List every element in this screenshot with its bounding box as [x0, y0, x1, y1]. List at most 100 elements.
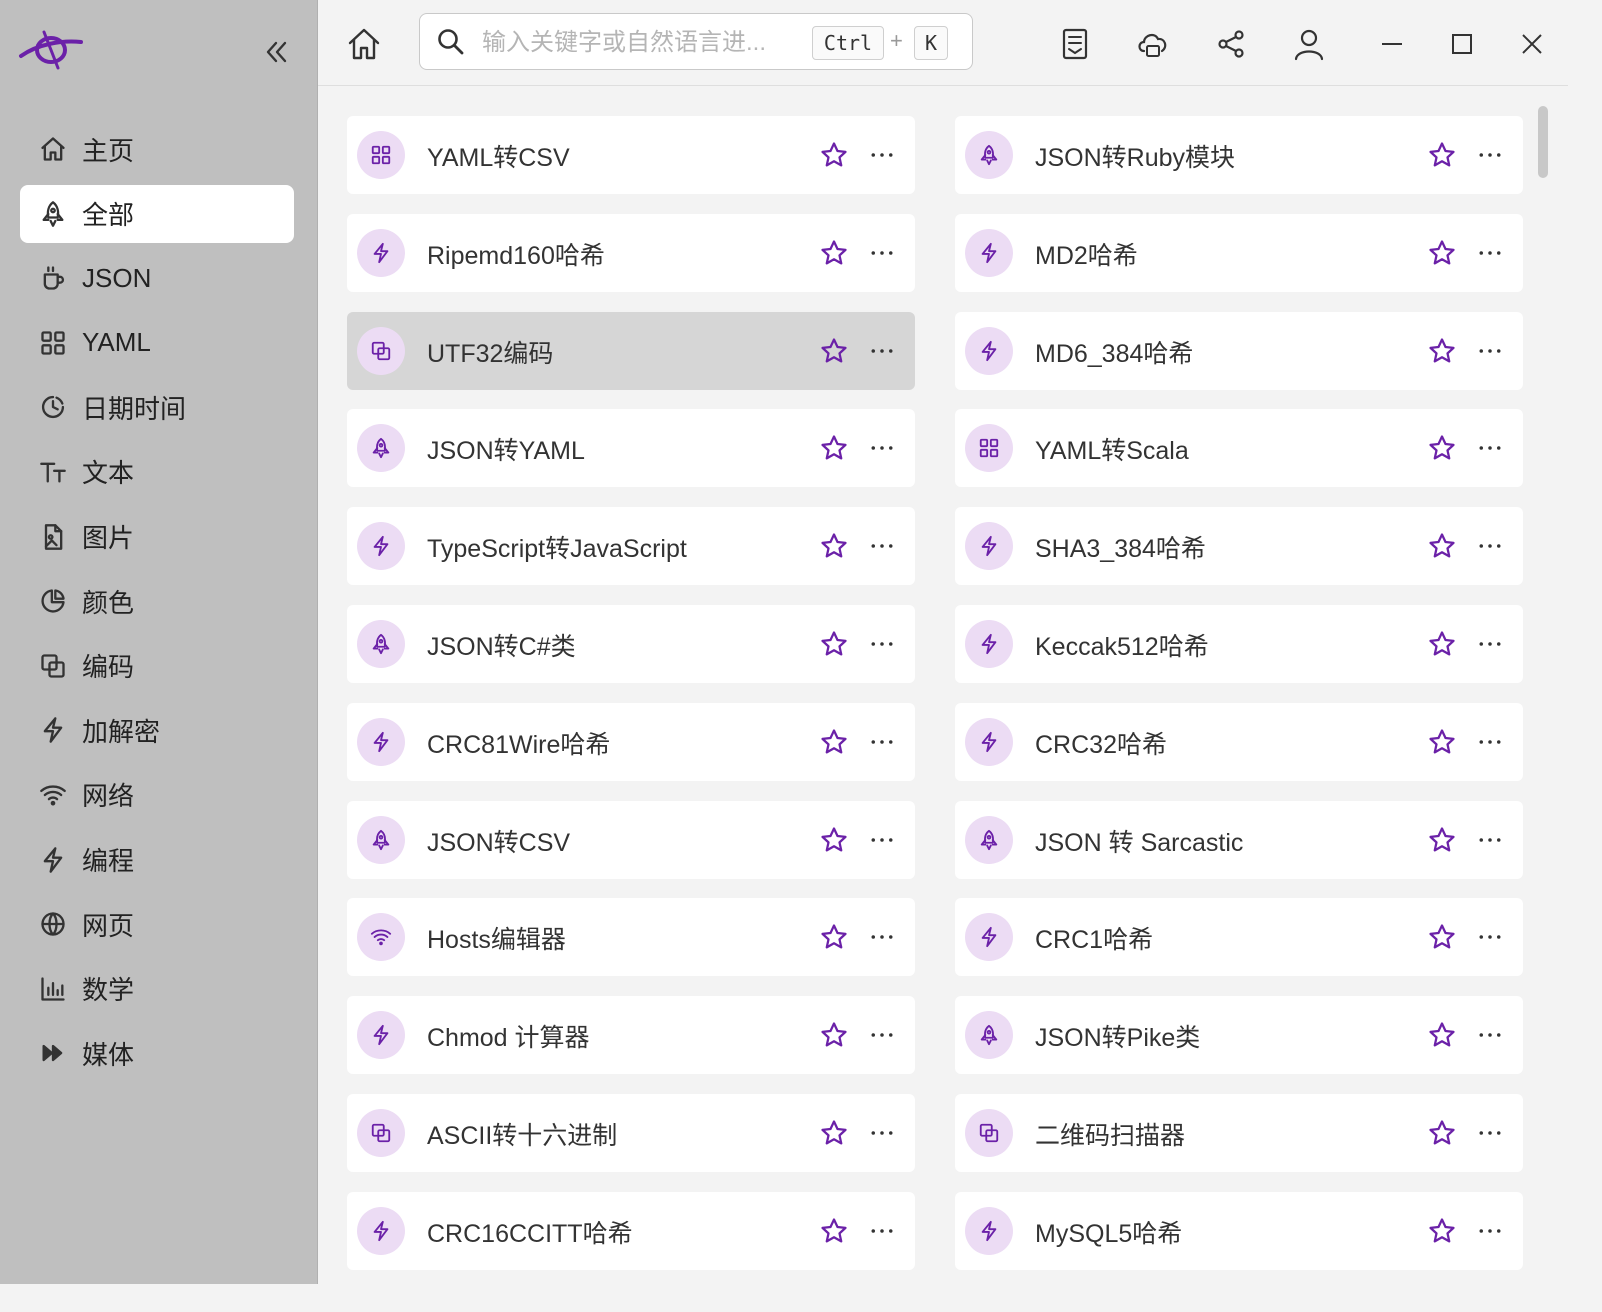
more-options-icon[interactable] [865, 138, 899, 172]
sidebar-item-14[interactable]: 媒体 [20, 1024, 294, 1082]
sidebar-item-10[interactable]: 网络 [20, 766, 294, 824]
favorite-star-icon[interactable] [817, 1018, 851, 1052]
favorite-star-icon[interactable] [1425, 431, 1459, 465]
tool-card[interactable]: Hosts编辑器 [347, 898, 915, 977]
tool-card[interactable]: JSON转YAML [347, 409, 915, 488]
favorite-star-icon[interactable] [1425, 725, 1459, 759]
tool-card[interactable]: JSON转Ruby模块 [955, 116, 1523, 194]
favorite-star-icon[interactable] [817, 138, 851, 172]
favorite-star-icon[interactable] [817, 431, 851, 465]
favorite-star-icon[interactable] [1425, 1018, 1459, 1052]
favorite-star-icon[interactable] [817, 236, 851, 270]
favorite-star-icon[interactable] [1425, 1214, 1459, 1248]
favorite-star-icon[interactable] [817, 1214, 851, 1248]
tool-card[interactable]: MySQL5哈希 [955, 1191, 1523, 1270]
sidebar-item-4[interactable]: 日期时间 [20, 378, 294, 436]
favorite-star-icon[interactable] [1425, 627, 1459, 661]
more-options-icon[interactable] [865, 334, 899, 368]
more-options-icon[interactable] [865, 529, 899, 563]
sidebar-item-7[interactable]: 颜色 [20, 572, 294, 630]
more-options-icon[interactable] [1473, 920, 1507, 954]
share-button[interactable] [1209, 22, 1253, 66]
tool-card[interactable]: Keccak512哈希 [955, 605, 1523, 683]
more-options-icon[interactable] [865, 1214, 899, 1248]
tool-card[interactable]: CRC32哈希 [955, 702, 1523, 781]
favorite-star-icon[interactable] [817, 920, 851, 954]
tool-card[interactable]: MD2哈希 [955, 213, 1523, 292]
favorite-star-icon[interactable] [817, 529, 851, 563]
tool-card[interactable]: UTF32编码 [347, 311, 915, 390]
sidebar-item-label: YAML [82, 327, 151, 358]
more-options-icon[interactable] [1473, 431, 1507, 465]
tool-card[interactable]: TypeScript转JavaScript [347, 507, 915, 586]
minimize-button[interactable] [1370, 22, 1414, 66]
more-options-icon[interactable] [1473, 1116, 1507, 1150]
document-button[interactable] [1053, 22, 1097, 66]
tool-card[interactable]: YAML转CSV [347, 116, 915, 194]
favorite-star-icon[interactable] [1425, 529, 1459, 563]
more-options-icon[interactable] [1473, 1214, 1507, 1248]
sidebar-item-2[interactable]: JSON [20, 249, 294, 307]
favorite-star-icon[interactable] [817, 823, 851, 857]
more-options-icon[interactable] [865, 920, 899, 954]
collapse-sidebar-button[interactable] [258, 34, 294, 70]
tool-card[interactable]: Chmod 计算器 [347, 996, 915, 1075]
favorite-star-icon[interactable] [1425, 138, 1459, 172]
favorite-star-icon[interactable] [1425, 920, 1459, 954]
tool-card[interactable]: JSON转CSV [347, 800, 915, 879]
tool-card[interactable]: JSON 转 Sarcastic [955, 800, 1523, 879]
more-options-icon[interactable] [1473, 823, 1507, 857]
tool-card[interactable]: CRC81Wire哈希 [347, 702, 915, 781]
more-options-icon[interactable] [865, 627, 899, 661]
more-options-icon[interactable] [865, 1018, 899, 1052]
more-options-icon[interactable] [865, 725, 899, 759]
more-options-icon[interactable] [1473, 1018, 1507, 1052]
tool-card[interactable]: ASCII转十六进制 [347, 1094, 915, 1172]
tool-card[interactable]: SHA3_384哈希 [955, 507, 1523, 586]
more-options-icon[interactable] [1473, 236, 1507, 270]
maximize-button[interactable] [1440, 22, 1484, 66]
sidebar-item-8[interactable]: 编码 [20, 637, 294, 695]
favorite-star-icon[interactable] [817, 725, 851, 759]
cloud-button[interactable] [1131, 22, 1175, 66]
favorite-star-icon[interactable] [1425, 823, 1459, 857]
sidebar-item-3[interactable]: YAML [20, 314, 294, 372]
tool-card[interactable]: JSON转C#类 [347, 605, 915, 683]
more-options-icon[interactable] [865, 431, 899, 465]
favorite-star-icon[interactable] [1425, 334, 1459, 368]
more-options-icon[interactable] [1473, 334, 1507, 368]
sidebar-item-12[interactable]: 网页 [20, 895, 294, 953]
tool-card[interactable]: YAML转Scala [955, 409, 1523, 488]
favorite-star-icon[interactable] [817, 334, 851, 368]
close-window-button[interactable] [1510, 22, 1554, 66]
tool-card[interactable]: CRC1哈希 [955, 898, 1523, 977]
sidebar-item-6[interactable]: 图片 [20, 508, 294, 566]
search-input[interactable] [480, 22, 804, 64]
sidebar-item-11[interactable]: 编程 [20, 831, 294, 889]
sidebar-item-0[interactable]: 主页 [20, 120, 294, 178]
user-button[interactable] [1287, 22, 1331, 66]
tool-card[interactable]: CRC16CCITT哈希 [347, 1191, 915, 1270]
favorite-star-icon[interactable] [817, 1116, 851, 1150]
more-options-icon[interactable] [1473, 725, 1507, 759]
tool-card[interactable]: JSON转Pike类 [955, 996, 1523, 1075]
tool-card[interactable]: 二维码扫描器 [955, 1094, 1523, 1172]
search-box[interactable]: Ctrl + K [419, 13, 973, 70]
home-button[interactable] [344, 24, 384, 64]
sidebar-item-9[interactable]: 加解密 [20, 701, 294, 759]
more-options-icon[interactable] [1473, 138, 1507, 172]
favorite-star-icon[interactable] [1425, 1116, 1459, 1150]
favorite-star-icon[interactable] [1425, 236, 1459, 270]
more-options-icon[interactable] [1473, 627, 1507, 661]
more-options-icon[interactable] [865, 236, 899, 270]
tool-card[interactable]: Ripemd160哈希 [347, 213, 915, 292]
sidebar-item-1[interactable]: 全部 [20, 184, 294, 243]
more-options-icon[interactable] [865, 1116, 899, 1150]
more-options-icon[interactable] [1473, 529, 1507, 563]
sidebar-item-5[interactable]: 文本 [20, 443, 294, 501]
tool-card[interactable]: MD6_384哈希 [955, 311, 1523, 390]
sidebar-item-13[interactable]: 数学 [20, 960, 294, 1018]
favorite-star-icon[interactable] [817, 627, 851, 661]
more-options-icon[interactable] [865, 823, 899, 857]
scrollbar-thumb[interactable] [1538, 106, 1548, 178]
